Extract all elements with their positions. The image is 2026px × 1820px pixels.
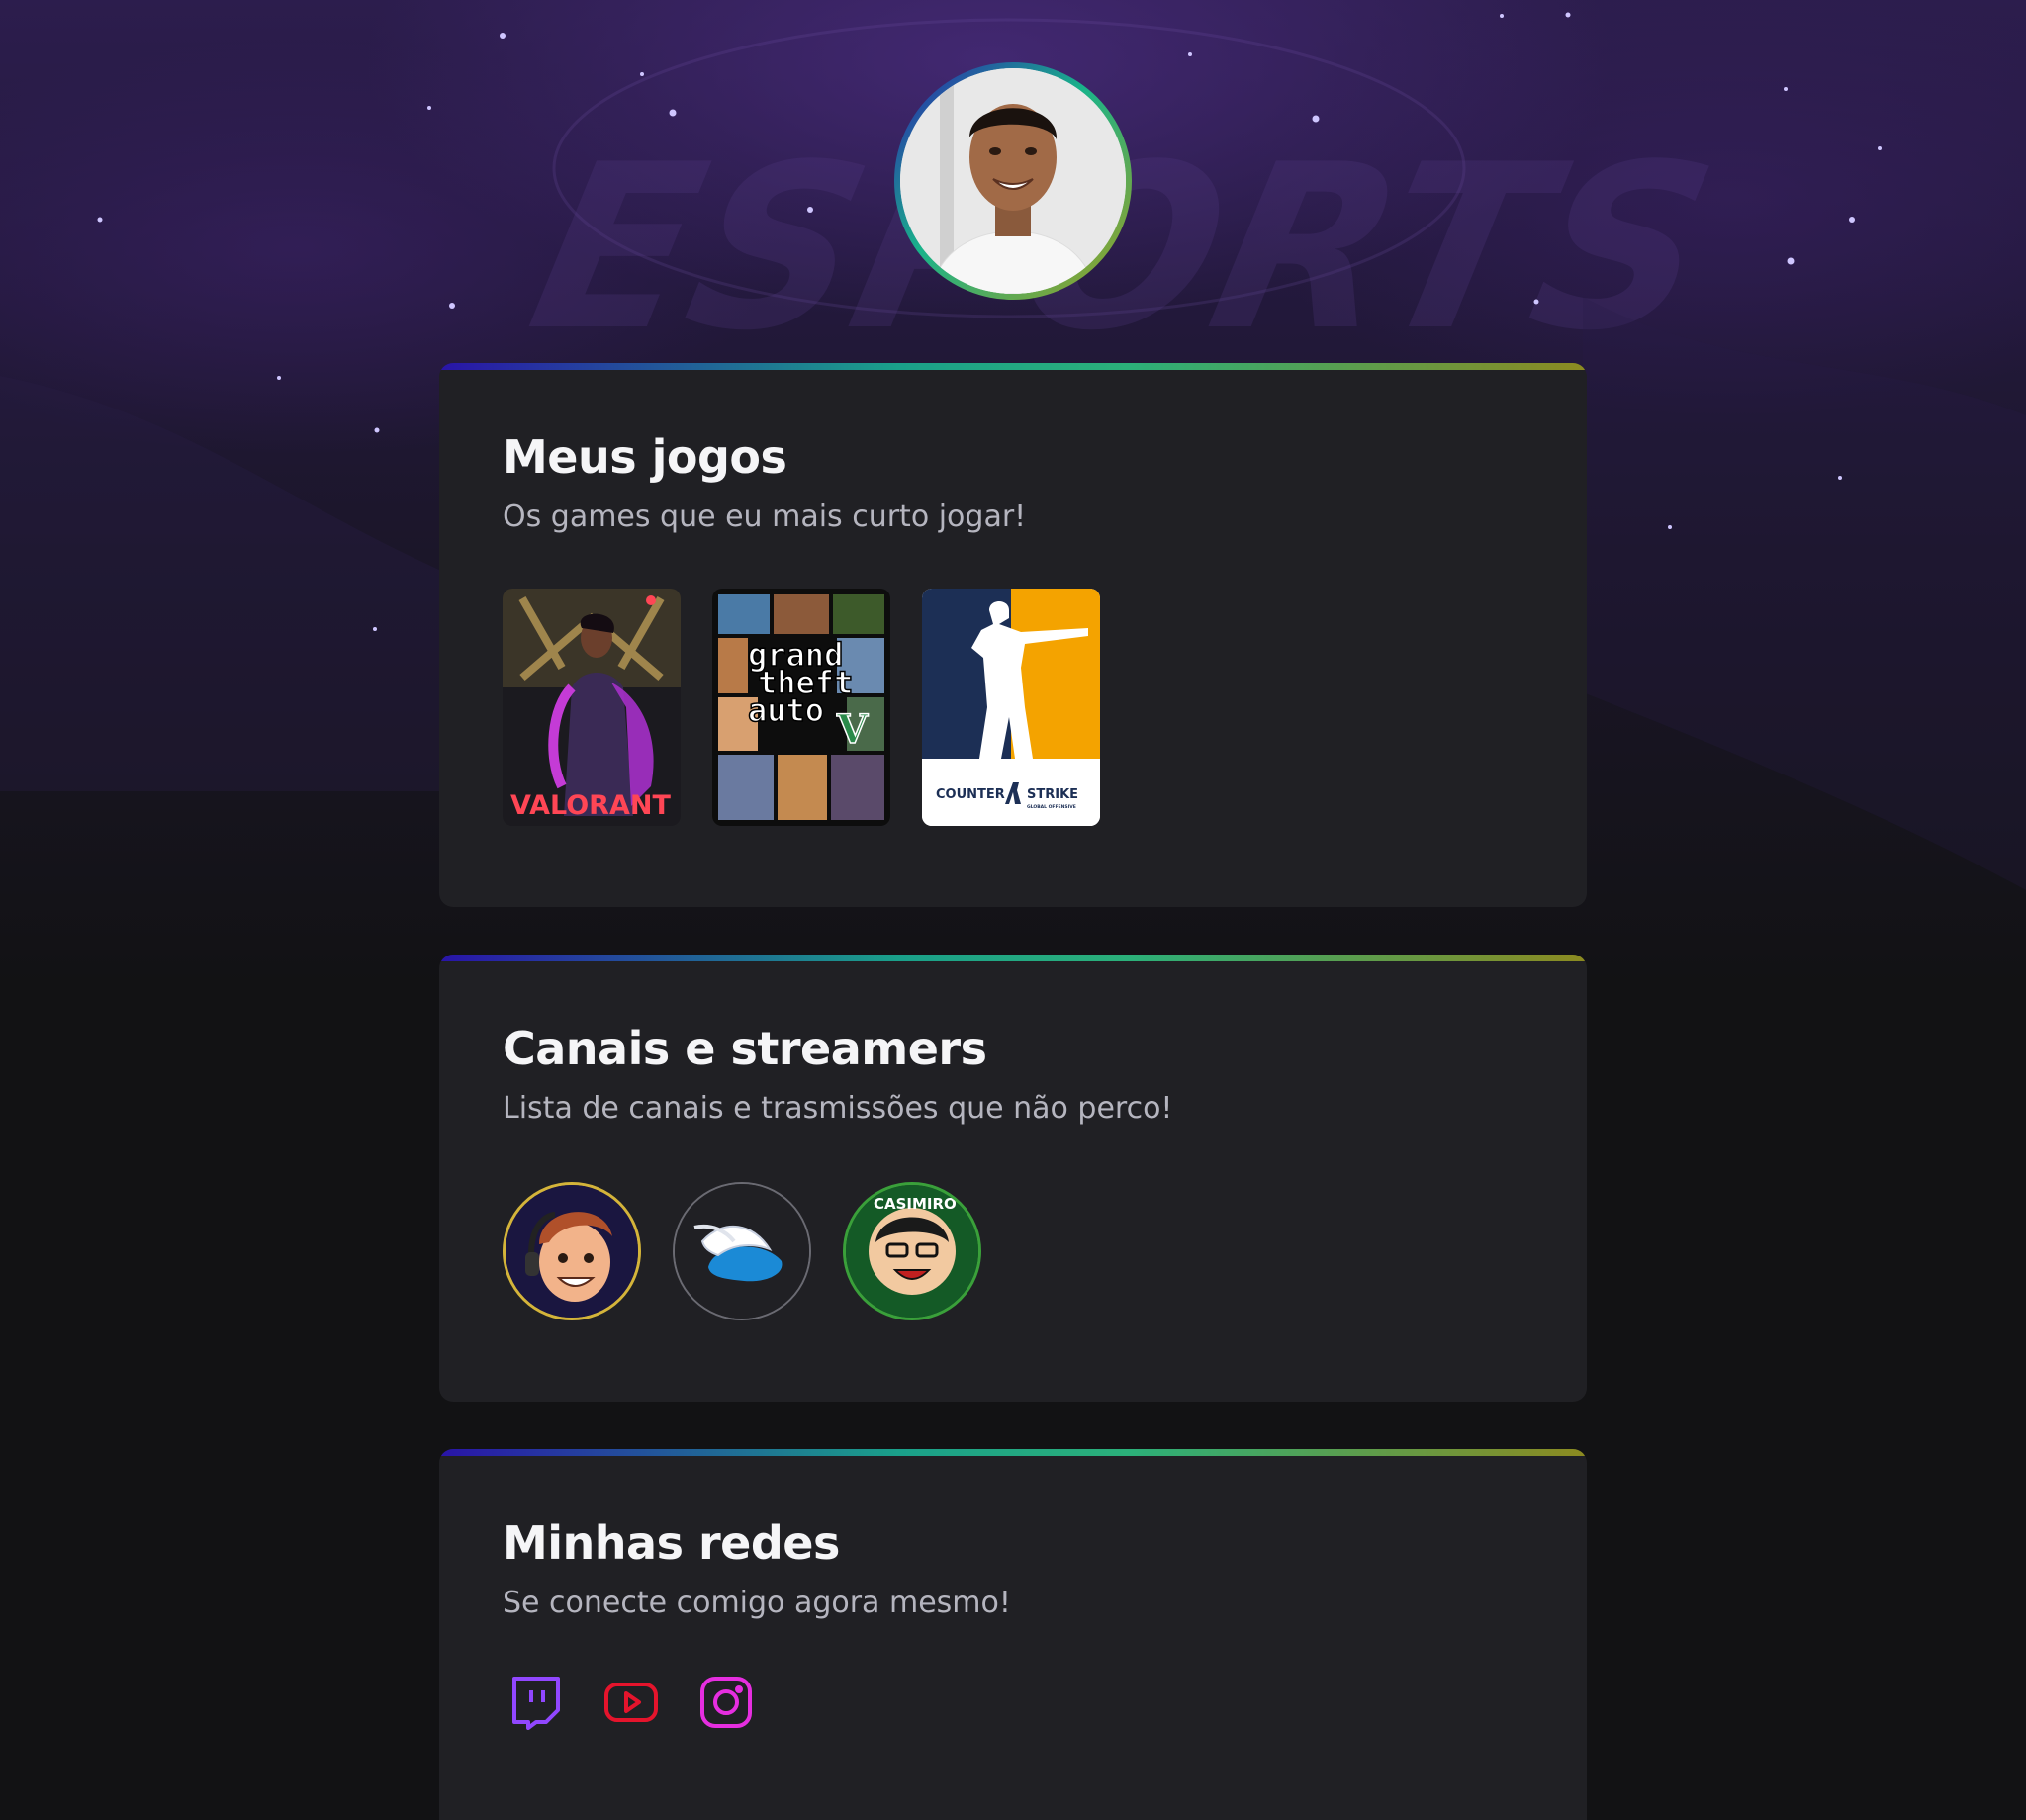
gta-five-badge: V: [836, 706, 869, 753]
twitch-icon[interactable]: [508, 1675, 564, 1730]
valorant-cover-icon[interactable]: VALORANT: [503, 589, 681, 826]
valorant-logo-text: VALORANT: [510, 790, 671, 821]
youtube-icon[interactable]: [603, 1675, 659, 1730]
gta-title-line-3: auto: [748, 691, 824, 729]
csgo-logo-left: COUNTER: [936, 787, 1005, 802]
streamer-cartoon-avatar-icon[interactable]: [503, 1182, 641, 1320]
profile-photo-icon: [900, 68, 1126, 294]
games-title: Meus jogos: [503, 430, 787, 484]
games-subtitle: Os games que eu mais curto jogar!: [503, 500, 1027, 534]
winged-helmet-avatar-icon[interactable]: [673, 1182, 811, 1320]
casimiro-label: CASIMIRO: [874, 1195, 957, 1213]
channels-card: Canais e streamers Lista de canais e tra…: [439, 955, 1587, 1402]
social-subtitle: Se conecte comigo agora mesmo!: [503, 1586, 1011, 1620]
csgo-logo-right: STRIKE: [1027, 787, 1078, 802]
games-card: Meus jogos Os games que eu mais curto jo…: [439, 363, 1587, 907]
social-card: Minhas redes Se conecte comigo agora mes…: [439, 1449, 1587, 1820]
gta-v-cover-icon[interactable]: grand theft auto V: [712, 589, 890, 826]
casimiro-avatar-icon[interactable]: CASIMIRO: [843, 1182, 981, 1320]
csgo-cover-icon[interactable]: COUNTER STRIKE GLOBAL OFFENSIVE: [922, 589, 1100, 826]
channels-subtitle: Lista de canais e trasmissões que não pe…: [503, 1091, 1173, 1126]
csgo-logo-sub: GLOBAL OFFENSIVE: [1027, 804, 1076, 810]
social-title: Minhas redes: [503, 1516, 840, 1570]
channels-title: Canais e streamers: [503, 1022, 987, 1075]
instagram-icon[interactable]: [698, 1675, 754, 1730]
profile-avatar: [894, 62, 1132, 300]
